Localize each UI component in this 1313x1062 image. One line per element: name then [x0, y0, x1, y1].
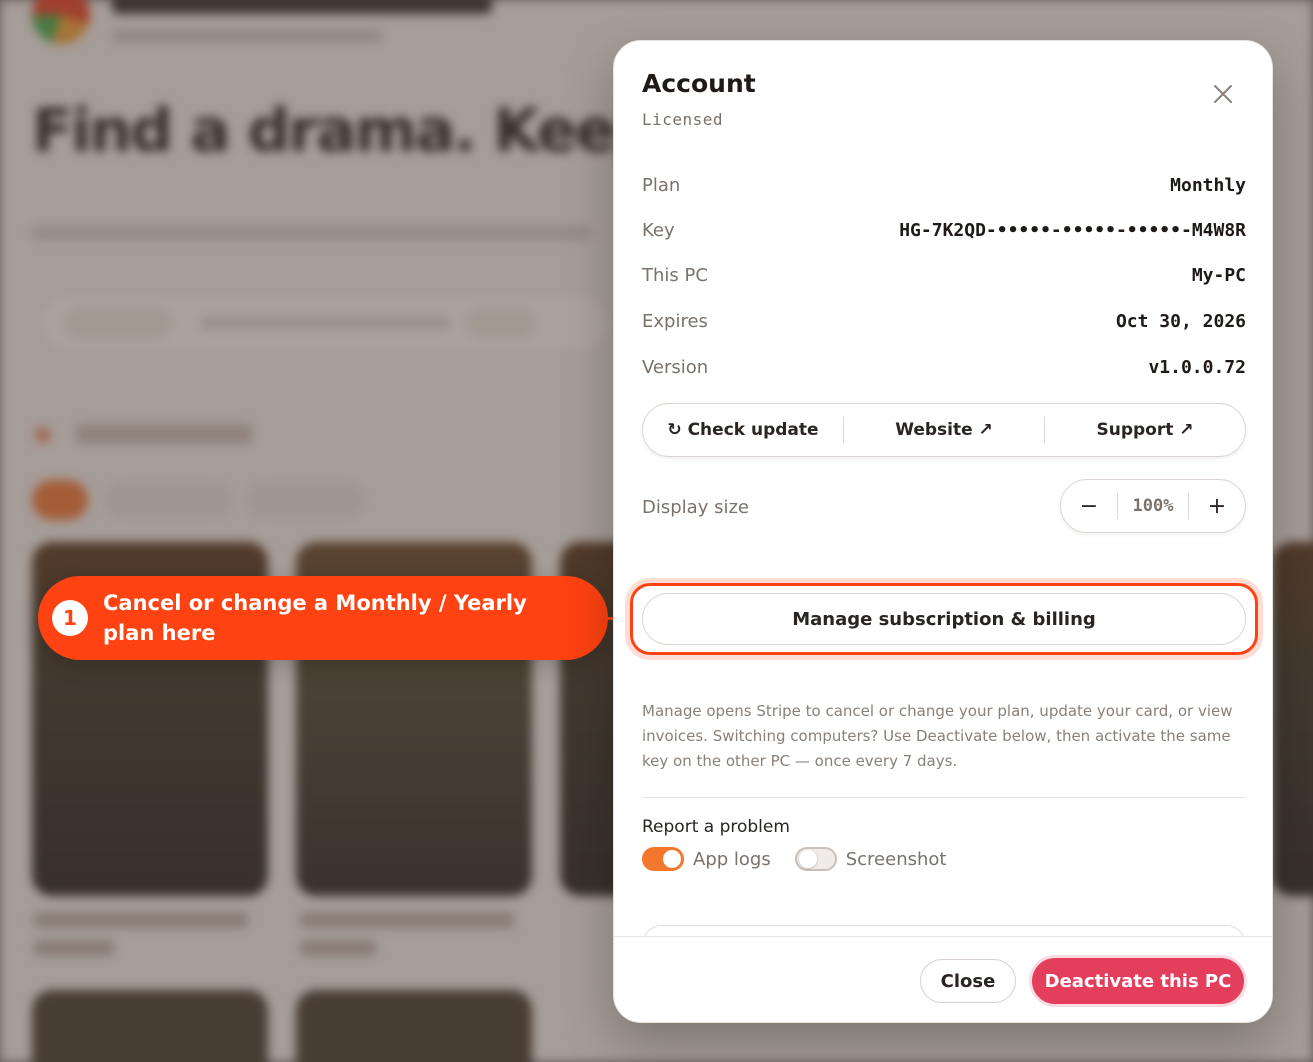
screenshot-label: Screenshot: [845, 848, 947, 870]
manage-help-text: Manage opens Stripe to cancel or change …: [642, 702, 1233, 770]
toggle-knob: [663, 850, 681, 868]
account-dialog: Account Licensed Plan Monthly Key HG-7K2…: [613, 40, 1273, 1023]
app-logs-label: App logs: [693, 848, 771, 870]
screenshot-toggle[interactable]: [794, 847, 837, 871]
expires-value: Oct 30, 2026: [1115, 311, 1246, 332]
plan-row: Plan Monthly: [642, 175, 1246, 196]
key-row: Key HG-7K2QD-•••••-•••••-•••••-M4W8R: [642, 220, 1246, 241]
check-update-button[interactable]: ↻ Check update: [643, 404, 843, 456]
display-size-label: Display size: [642, 497, 749, 518]
close-button[interactable]: Close: [920, 959, 1016, 1003]
toggle-knob: [798, 850, 817, 868]
version-row: Version v1.0.0.72: [642, 357, 1246, 378]
zoom-out-button[interactable]: −: [1061, 480, 1117, 532]
version-label: Version: [642, 357, 709, 378]
plan-label: Plan: [642, 175, 681, 196]
expires-label: Expires: [642, 311, 708, 332]
callout-text: Cancel or change a Monthly / Yearly plan…: [103, 591, 527, 645]
this-pc-row: This PC My-PC: [642, 265, 1246, 286]
annotation-callout: 1 Cancel or change a Monthly / Yearly pl…: [38, 576, 608, 660]
report-problem-title: Report a problem: [642, 817, 790, 837]
dialog-title: Account: [642, 69, 756, 98]
callout-step-number: 1: [52, 600, 88, 636]
section-divider: [642, 797, 1246, 798]
key-label: Key: [642, 220, 675, 241]
expires-row: Expires Oct 30, 2026: [642, 311, 1246, 332]
manage-subscription-button[interactable]: Manage subscription & billing: [642, 593, 1246, 645]
zoom-in-button[interactable]: +: [1189, 480, 1245, 532]
support-button[interactable]: Support ↗: [1045, 404, 1245, 456]
report-options: App logs Screenshot: [642, 847, 970, 871]
display-size-stepper: − 100% +: [1060, 479, 1246, 533]
app-logs-toggle[interactable]: [642, 847, 684, 871]
key-value: HG-7K2QD-•••••-•••••-•••••-M4W8R: [899, 220, 1246, 241]
deactivate-pc-button[interactable]: Deactivate this PC: [1032, 958, 1244, 1004]
license-status: Licensed: [642, 110, 724, 129]
this-pc-value: My-PC: [1191, 265, 1246, 286]
this-pc-label: This PC: [642, 265, 708, 286]
close-icon[interactable]: [1210, 81, 1236, 107]
account-actions-group: ↻ Check update Website ↗ Support ↗: [642, 403, 1246, 457]
website-button[interactable]: Website ↗: [844, 404, 1044, 456]
version-value: v1.0.0.72: [1148, 357, 1246, 378]
zoom-value: 100%: [1117, 493, 1189, 519]
dialog-footer: Close Deactivate this PC: [614, 936, 1272, 1022]
plan-value: Monthly: [1170, 175, 1246, 196]
